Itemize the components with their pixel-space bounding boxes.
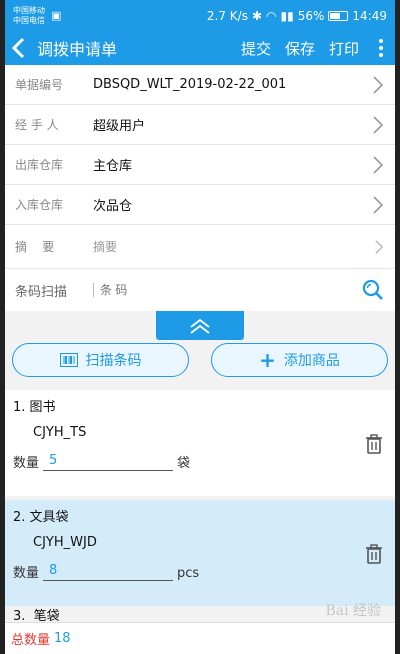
chevron-right-icon bbox=[375, 239, 383, 254]
list-item[interactable]: 1. 图书 CJYH_TS 数量 5 袋 bbox=[5, 390, 395, 496]
doc-number-row[interactable]: 单据编号 DBSQD_WLT_2019-02-22_001 bbox=[5, 65, 395, 105]
search-icon[interactable] bbox=[361, 278, 385, 302]
handler-value: 超级用户 bbox=[93, 119, 146, 134]
doc-number-label: 单据编号 bbox=[15, 78, 64, 92]
summary-row[interactable]: 摘 要 摘要 bbox=[5, 225, 395, 269]
bluetooth-icon: ✱ bbox=[251, 8, 263, 23]
notification-icon: ▣ bbox=[51, 9, 62, 22]
in-warehouse-value: 次品仓 bbox=[93, 199, 133, 214]
add-product-button[interactable]: + 添加商品 bbox=[211, 343, 388, 377]
save-button[interactable]: 保存 bbox=[285, 38, 315, 59]
quantity-label: 数量 bbox=[13, 456, 40, 471]
unit-label: pcs bbox=[177, 566, 200, 581]
plus-icon: + bbox=[259, 348, 276, 372]
carrier-2: 中国电信 bbox=[13, 15, 45, 25]
in-warehouse-label: 入库仓库 bbox=[15, 198, 64, 212]
page-title: 调拨申请单 bbox=[37, 40, 118, 59]
item-code: CJYH_WJD bbox=[33, 535, 97, 550]
app-screen: 中国移动 中国电信 ▣ 2.7 K/s ✱ ◠ ▮▮ 56% 14:49 调拨申… bbox=[5, 0, 395, 654]
signal-icon: ▮▮ bbox=[280, 8, 294, 23]
item-list: 1. 图书 CJYH_TS 数量 5 袋 2. 文具袋 CJYH_WJD 数量 … bbox=[5, 390, 395, 606]
trash-icon[interactable] bbox=[365, 434, 383, 454]
app-bar: 调拨申请单 提交 保存 打印 bbox=[5, 31, 395, 65]
watermark: Bai 经验 bbox=[325, 603, 381, 619]
summary-input[interactable]: 摘要 bbox=[93, 238, 117, 255]
scan-barcode-button[interactable]: 扫描条码 bbox=[12, 343, 189, 377]
double-chevron-up-icon bbox=[190, 318, 210, 334]
handler-row[interactable]: 经 手 人 超级用户 bbox=[5, 105, 395, 145]
quantity-field: 数量 5 袋 bbox=[13, 452, 387, 471]
quantity-field: 数量 8 pcs bbox=[13, 562, 387, 581]
barcode-input[interactable] bbox=[93, 283, 293, 297]
total-footer: 总数量 18 bbox=[5, 622, 395, 654]
handler-label: 经 手 人 bbox=[15, 118, 59, 132]
quantity-input[interactable]: 8 bbox=[43, 563, 174, 581]
barcode-row: 条码扫描 bbox=[5, 269, 395, 311]
submit-button[interactable]: 提交 bbox=[241, 38, 271, 59]
print-button[interactable]: 打印 bbox=[329, 38, 359, 59]
wifi-icon: ◠ bbox=[266, 8, 277, 23]
chevron-right-icon bbox=[373, 115, 384, 134]
network-speed: 2.7 K/s bbox=[206, 8, 248, 23]
battery-percent: 56% bbox=[297, 8, 325, 23]
item-name: 2. 文具袋 bbox=[13, 510, 69, 525]
action-buttons: 扫描条码 + 添加商品 bbox=[5, 340, 395, 380]
out-warehouse-label: 出库仓库 bbox=[15, 158, 64, 172]
add-product-label: 添加商品 bbox=[283, 353, 340, 369]
summary-label: 摘 要 bbox=[15, 240, 55, 254]
trash-icon[interactable] bbox=[365, 544, 383, 564]
collapse-toggle-wrap bbox=[5, 311, 395, 340]
collapse-toggle[interactable] bbox=[156, 311, 244, 340]
total-quantity-value: 18 bbox=[54, 631, 71, 646]
out-warehouse-value: 主仓库 bbox=[93, 159, 133, 174]
more-menu-icon[interactable] bbox=[373, 39, 389, 57]
unit-label: 袋 bbox=[177, 456, 191, 471]
chevron-right-icon bbox=[373, 195, 384, 214]
header-form: 单据编号 DBSQD_WLT_2019-02-22_001 经 手 人 超级用户… bbox=[5, 65, 395, 311]
chevron-right-icon bbox=[373, 75, 384, 94]
doc-number-value: DBSQD_WLT_2019-02-22_001 bbox=[93, 77, 287, 92]
clock: 14:49 bbox=[352, 8, 387, 23]
barcode-icon bbox=[59, 353, 78, 367]
status-bar: 中国移动 中国电信 ▣ 2.7 K/s ✱ ◠ ▮▮ 56% 14:49 bbox=[5, 0, 395, 31]
barcode-label: 条码扫描 bbox=[15, 284, 68, 300]
back-arrow-icon[interactable] bbox=[11, 37, 33, 59]
scan-barcode-label: 扫描条码 bbox=[85, 353, 142, 369]
chevron-right-icon bbox=[373, 155, 384, 174]
quantity-label: 数量 bbox=[13, 566, 40, 581]
carrier-info: 中国移动 中国电信 bbox=[13, 6, 45, 26]
item-name: 1. 图书 bbox=[13, 400, 56, 415]
battery-icon bbox=[328, 10, 349, 21]
out-warehouse-row[interactable]: 出库仓库 主仓库 bbox=[5, 145, 395, 185]
quantity-input[interactable]: 5 bbox=[43, 453, 174, 471]
item-code: CJYH_TS bbox=[33, 425, 87, 440]
list-item[interactable]: 2. 文具袋 CJYH_WJD 数量 8 pcs bbox=[5, 500, 395, 606]
carrier-1: 中国移动 bbox=[13, 5, 45, 15]
total-quantity-label: 总数量 bbox=[11, 633, 51, 648]
in-warehouse-row[interactable]: 入库仓库 次品仓 bbox=[5, 185, 395, 225]
